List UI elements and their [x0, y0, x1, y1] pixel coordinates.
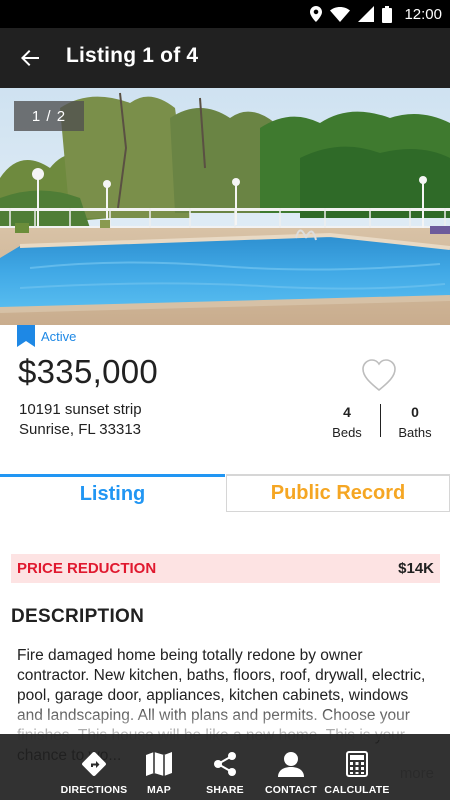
- battery-icon: [382, 5, 393, 23]
- map-button[interactable]: MAP: [139, 734, 179, 800]
- back-button[interactable]: [14, 42, 46, 74]
- calculate-label: CALCULATE: [324, 784, 390, 796]
- favorite-button[interactable]: [361, 358, 397, 394]
- map-label: MAP: [147, 784, 171, 796]
- signal-icon: [358, 6, 375, 22]
- bookmark-icon: [17, 325, 35, 347]
- calculator-icon: [342, 749, 372, 779]
- baths-label: Baths: [398, 425, 432, 440]
- beds-stat: 4 Beds: [320, 404, 374, 440]
- beds-value: 4: [343, 404, 351, 420]
- location-icon: [310, 6, 323, 22]
- listing-photo[interactable]: 1 / 2: [0, 88, 450, 325]
- status-label: Active: [41, 329, 77, 344]
- tab-public-record[interactable]: Public Record: [226, 474, 450, 512]
- description-heading: DESCRIPTION: [11, 606, 145, 627]
- page-title: Listing 1 of 4: [66, 44, 199, 67]
- share-button[interactable]: SHARE: [200, 734, 250, 800]
- baths-value: 0: [411, 404, 419, 420]
- listing-status: Active: [17, 325, 76, 347]
- baths-stat: 0 Baths: [388, 404, 442, 440]
- beds-baths: 4 Beds 0 Baths: [320, 404, 450, 440]
- app-bar: Listing 1 of 4: [0, 28, 450, 88]
- directions-button[interactable]: DIRECTIONS: [60, 734, 128, 800]
- status-time: 12:00: [404, 5, 442, 23]
- address-line-1: 10191 sunset strip: [19, 401, 142, 418]
- contact-label: CONTACT: [265, 784, 317, 796]
- status-bar: 12:00: [0, 0, 450, 28]
- heart-icon: [362, 359, 396, 392]
- share-label: SHARE: [206, 784, 244, 796]
- contact-icon: [276, 749, 306, 779]
- wifi-icon: [330, 7, 351, 22]
- arrow-back-icon: [21, 50, 39, 66]
- tab-listing[interactable]: Listing: [0, 474, 225, 512]
- price-reduction-amount: $14K: [398, 560, 434, 577]
- status-icons: 12:00: [310, 4, 442, 24]
- directions-icon: [79, 749, 109, 779]
- tab-bar: Listing Public Record: [0, 474, 450, 512]
- map-icon: [144, 749, 174, 779]
- photo-counter: 1 / 2: [14, 101, 84, 131]
- stats-divider: [380, 404, 381, 437]
- address-line-2: Sunrise, FL 33313: [19, 421, 142, 438]
- directions-label: DIRECTIONS: [60, 784, 128, 796]
- calculate-button[interactable]: CALCULATE: [324, 734, 390, 800]
- price-reduction-label: PRICE REDUCTION: [17, 560, 157, 577]
- contact-button[interactable]: CONTACT: [262, 734, 320, 800]
- share-icon: [210, 749, 240, 779]
- beds-label: Beds: [332, 425, 362, 440]
- price-reduction-banner: PRICE REDUCTION $14K: [11, 554, 440, 583]
- listing-price: $335,000: [18, 353, 159, 390]
- action-bar: DIRECTIONS MAP SHARE CONTACT CALCULATE: [0, 734, 450, 800]
